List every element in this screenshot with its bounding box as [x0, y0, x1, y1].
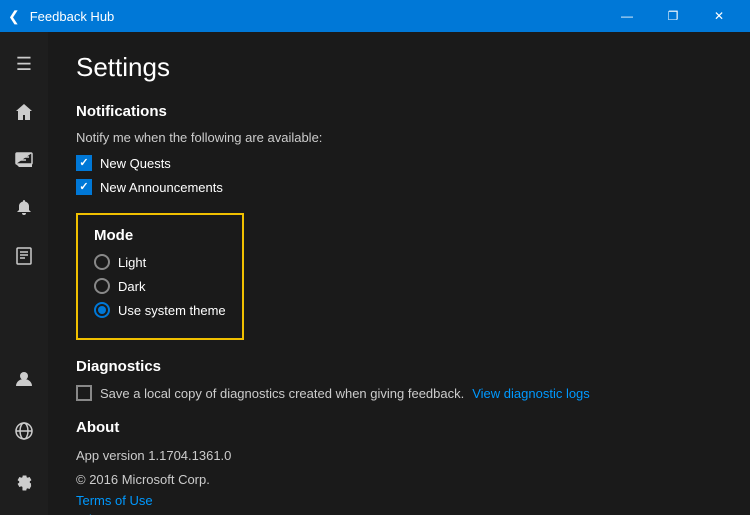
mode-dark-label: Dark — [118, 279, 145, 294]
feedback-icon — [14, 150, 34, 170]
sidebar-item-user[interactable] — [0, 355, 48, 403]
new-announcements-check: ✓ — [79, 182, 88, 193]
notifications-section: Notifications Notify me when the followi… — [76, 103, 722, 195]
sidebar-item-settings[interactable] — [0, 459, 48, 507]
sidebar-item-announcements[interactable] — [0, 184, 48, 232]
diagnostics-label: Save a local copy of diagnostics created… — [100, 386, 464, 401]
sidebar: ☰ — [0, 32, 48, 515]
new-announcements-label: New Announcements — [100, 180, 223, 195]
sidebar-item-globe[interactable] — [0, 407, 48, 455]
mode-dark-radio[interactable] — [94, 278, 110, 294]
terms-of-use-link[interactable]: Terms of Use — [76, 493, 722, 508]
diagnostics-checkbox[interactable] — [76, 385, 92, 401]
globe-icon — [14, 421, 34, 441]
diagnostics-title: Diagnostics — [76, 358, 722, 375]
diagnostics-row: Save a local copy of diagnostics created… — [76, 385, 722, 401]
mode-title: Mode — [94, 227, 226, 244]
close-button[interactable]: ✕ — [696, 0, 742, 32]
mode-system-radio[interactable] — [94, 302, 110, 318]
sidebar-item-menu[interactable]: ☰ — [0, 40, 48, 88]
user-icon — [14, 369, 34, 389]
main-content: Settings Notifications Notify me when th… — [48, 32, 750, 515]
mode-system-label: Use system theme — [118, 303, 226, 318]
mode-system-row[interactable]: Use system theme — [94, 302, 226, 318]
app-body: ☰ — [0, 32, 750, 515]
page-title: Settings — [76, 52, 722, 83]
new-quests-label: New Quests — [100, 156, 171, 171]
radio-inner-dot — [98, 306, 106, 314]
title-bar: ❮ Feedback Hub — ❐ ✕ — [0, 0, 750, 32]
home-icon — [14, 102, 34, 122]
announcements-icon — [14, 198, 34, 218]
mode-light-label: Light — [118, 255, 146, 270]
new-quests-row: ✓ New Quests — [76, 155, 722, 171]
sidebar-item-home[interactable] — [0, 88, 48, 136]
notifications-subtitle: Notify me when the following are availab… — [76, 130, 722, 145]
about-section: About App version 1.1704.1361.0 © 2016 M… — [76, 419, 722, 515]
new-announcements-checkbox[interactable]: ✓ — [76, 179, 92, 195]
copyright: © 2016 Microsoft Corp. — [76, 470, 722, 490]
view-diagnostic-logs-link[interactable]: View diagnostic logs — [472, 386, 590, 401]
minimize-button[interactable]: — — [604, 0, 650, 32]
quests-icon — [14, 246, 34, 266]
app-version: App version 1.1704.1361.0 — [76, 446, 722, 466]
app-title: Feedback Hub — [30, 9, 604, 24]
mode-dark-row[interactable]: Dark — [94, 278, 226, 294]
gear-icon — [14, 473, 34, 493]
about-title: About — [76, 419, 722, 436]
restore-button[interactable]: ❐ — [650, 0, 696, 32]
diagnostics-section: Diagnostics Save a local copy of diagnos… — [76, 358, 722, 401]
new-quests-checkbox[interactable]: ✓ — [76, 155, 92, 171]
mode-section: Mode Light Dark Use system theme — [76, 213, 244, 340]
mode-light-row[interactable]: Light — [94, 254, 226, 270]
new-announcements-row: ✓ New Announcements — [76, 179, 722, 195]
new-quests-check: ✓ — [79, 158, 88, 169]
mode-light-radio[interactable] — [94, 254, 110, 270]
sidebar-item-feedback[interactable] — [0, 136, 48, 184]
window-controls: — ❐ ✕ — [604, 0, 742, 32]
back-button[interactable]: ❮ — [8, 8, 20, 25]
sidebar-item-quests[interactable] — [0, 232, 48, 280]
sidebar-bottom — [0, 355, 48, 507]
notifications-title: Notifications — [76, 103, 722, 120]
